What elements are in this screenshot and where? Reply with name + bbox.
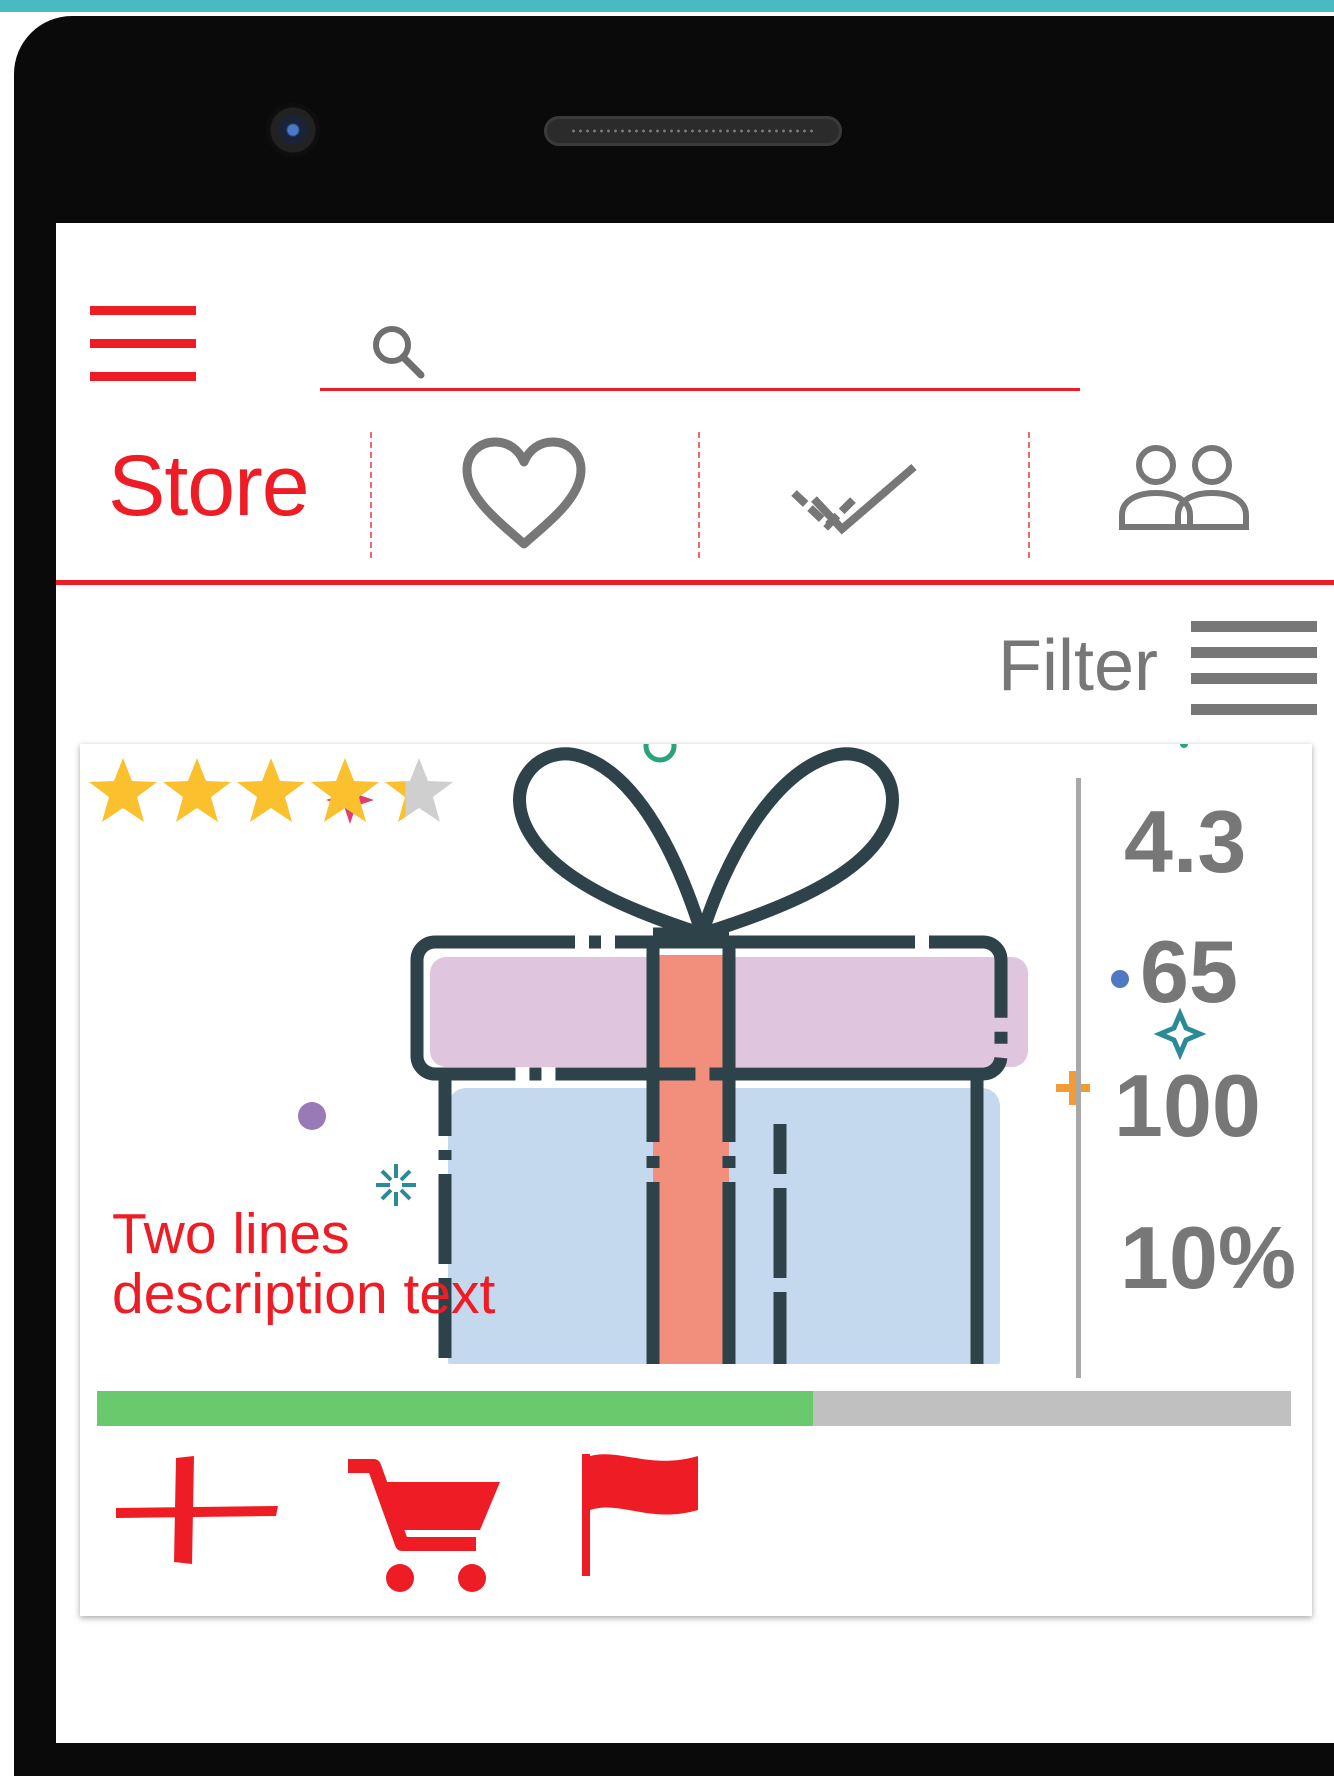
window-top-border: [0, 0, 1334, 12]
search-icon[interactable]: [366, 321, 428, 383]
search-bar[interactable]: [320, 308, 1080, 392]
app-screen: Store Filter Two lines description text …: [56, 223, 1334, 1743]
star-icon: [89, 758, 157, 822]
double-check-icon[interactable]: [786, 453, 926, 539]
stat-count: 65: [1140, 922, 1238, 1021]
product-card[interactable]: Two lines description text 4.3 65 100 10…: [80, 744, 1312, 1616]
star-icon: [311, 758, 379, 822]
cart-icon[interactable]: [348, 1454, 504, 1596]
search-underline: [320, 388, 1080, 391]
camera-lens: [266, 103, 320, 157]
tab-bar: Store: [56, 425, 1334, 558]
stat-total: 100: [1114, 1056, 1261, 1155]
speaker-grille: [544, 116, 842, 146]
star-icon: [385, 758, 453, 822]
stat-rating: 4.3: [1124, 792, 1247, 891]
product-description: Two lines description text: [112, 1202, 496, 1326]
hamburger-menu-icon[interactable]: [90, 306, 200, 390]
star-icon: [163, 758, 231, 822]
phone-frame: Store Filter Two lines description text …: [14, 16, 1334, 1776]
filter-list-icon[interactable]: [1191, 621, 1317, 717]
tab-divider: [370, 432, 372, 558]
plus-icon[interactable]: [112, 1452, 282, 1570]
tab-underline: [56, 580, 1334, 585]
tab-divider: [1028, 432, 1030, 558]
users-icon[interactable]: [1116, 441, 1252, 533]
heart-icon[interactable]: [459, 436, 589, 552]
star-rating: [89, 758, 453, 822]
stats-divider: [1076, 778, 1081, 1378]
progress-bar: [97, 1391, 1291, 1426]
tab-store[interactable]: Store: [108, 443, 310, 529]
search-input[interactable]: [440, 322, 1064, 380]
progress-bar-fill: [97, 1391, 814, 1426]
filter-label[interactable]: Filter: [998, 630, 1158, 702]
star-icon: [237, 758, 305, 822]
tab-divider: [698, 432, 700, 558]
stat-discount: 10%: [1120, 1208, 1297, 1307]
flag-icon[interactable]: [580, 1448, 710, 1578]
